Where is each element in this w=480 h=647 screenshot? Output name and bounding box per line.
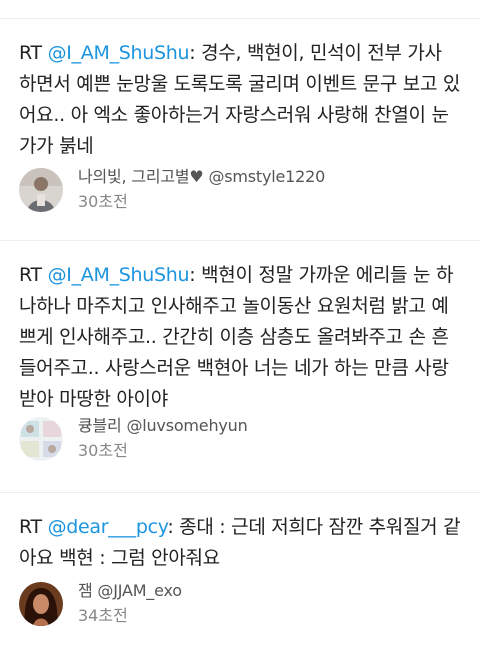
divider: [0, 18, 480, 19]
tweet-text: RT @dear___pcy: 종대 : 근데 저희다 잠깐 추워질거 같아요 …: [19, 512, 464, 574]
tweet-text: RT @I_AM_ShuShu: 경수, 백현이, 민석이 전부 가사 하면서 …: [19, 38, 464, 162]
avatar-pastel-collage-icon: [19, 417, 63, 461]
mention-link[interactable]: @I_AM_ShuShu: [48, 264, 190, 286]
mention-link[interactable]: @I_AM_ShuShu: [48, 42, 190, 64]
avatar[interactable]: [19, 582, 63, 626]
divider: [0, 240, 480, 241]
divider: [0, 492, 480, 493]
rt-prefix: RT: [19, 516, 48, 538]
timestamp: 34초전: [78, 606, 128, 625]
avatar[interactable]: [19, 168, 63, 212]
avatar-woman-dark-hair-icon: [19, 582, 63, 626]
timestamp: 30초전: [78, 192, 128, 211]
timestamp: 30초전: [78, 441, 128, 460]
author-line[interactable]: 큥블리 @luvsomehyun: [78, 416, 248, 436]
avatar[interactable]: [19, 417, 63, 461]
tweet-text: RT @I_AM_ShuShu: 백현이 정말 가까운 에리들 눈 하나하나 마…: [19, 260, 464, 415]
avatar-person-gray-icon: [19, 168, 63, 212]
author-line[interactable]: 나의빛, 그리고별♥ @smstyle1220: [78, 167, 325, 187]
tweet-feed: RT @I_AM_ShuShu: 경수, 백현이, 민석이 전부 가사 하면서 …: [0, 0, 480, 647]
rt-prefix: RT: [19, 42, 48, 64]
mention-link[interactable]: @dear___pcy: [48, 516, 168, 538]
rt-prefix: RT: [19, 264, 48, 286]
author-line[interactable]: 잼 @JJAM_exo: [78, 581, 182, 601]
